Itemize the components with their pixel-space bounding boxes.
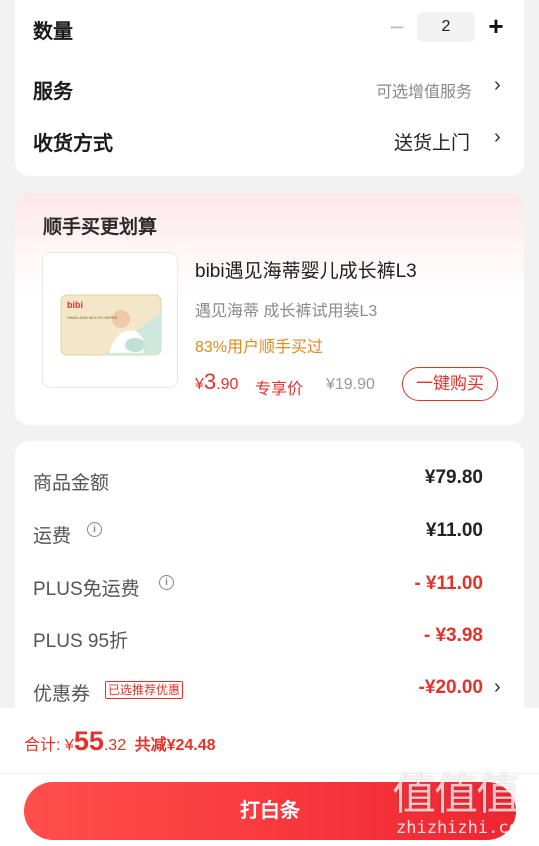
delivery-value: 送货上门 — [394, 133, 471, 154]
plus-free-shipping-value: - ¥11.00 — [414, 573, 483, 594]
watermark-url: zhizhizhi.com — [396, 818, 530, 838]
shipping-info-icon[interactable]: i — [87, 522, 102, 537]
upsell-title: 顺手买更划算 — [43, 217, 158, 238]
upsell-price: ¥3.90 — [195, 369, 238, 395]
thumb-brand: bibi — [67, 300, 83, 310]
wipes-package-image: bibi HAND AND MOUTH WIPES — [60, 294, 162, 356]
coupon-recommended-tag: 已选推荐优惠 — [105, 681, 184, 699]
plus-discount-value: - ¥3.98 — [423, 625, 483, 646]
total-label: 合计: — [24, 737, 61, 754]
upsell-price-symbol: ¥ — [195, 376, 204, 393]
quantity-increase-button[interactable]: + — [483, 13, 509, 39]
upsell-price-int: 3 — [203, 369, 217, 394]
upsell-price-tag: 专享价 — [255, 381, 304, 398]
goods-amount-value: ¥79.80 — [424, 467, 483, 488]
goods-amount-label: 商品金额 — [33, 473, 110, 494]
shipping-value: ¥11.00 — [425, 520, 483, 541]
coupon-value: -¥20.00 — [418, 677, 483, 698]
total-dec: .32 — [103, 737, 127, 754]
total-symbol: ¥ — [64, 737, 74, 754]
upsell-product-name[interactable]: bibi遇见海蒂婴儿成长裤L3 — [195, 256, 417, 283]
delivery-chevron-icon: › — [494, 126, 501, 148]
plus-discount-label: PLUS 95折 — [33, 631, 129, 652]
service-chevron-icon: › — [494, 74, 501, 96]
upsell-original-price: ¥19.90 — [326, 376, 375, 393]
shipping-label: 运费 — [33, 526, 72, 547]
watermark-logo: 值值值 — [392, 769, 520, 820]
coupon-label: 优惠券 — [33, 684, 91, 705]
plus-free-shipping-info-icon[interactable]: i — [159, 575, 174, 590]
quantity-label: 数量 — [33, 21, 73, 43]
saved-amount: 共减¥24.48 — [134, 737, 216, 754]
quantity-input[interactable]: 2 — [417, 12, 475, 42]
total-int: 55 — [73, 726, 104, 756]
one-click-buy-button[interactable]: 一键购买 — [402, 367, 498, 401]
total-summary: 合计: ¥55.32 共减¥24.48 — [24, 726, 216, 757]
thumb-text: HAND AND MOUTH WIPES — [67, 315, 118, 320]
upsell-social-proof: 83%用户顺手买过 — [195, 339, 324, 356]
upsell-price-dec: .90 — [216, 376, 239, 393]
product-thumbnail[interactable]: bibi HAND AND MOUTH WIPES — [42, 252, 178, 388]
plus-free-shipping-label: PLUS免运费 — [33, 579, 140, 600]
quantity-decrease-button[interactable]: − — [384, 14, 410, 40]
coupon-chevron-icon: › — [494, 676, 501, 698]
upsell-product-subtitle: 遇见海蒂 成长裤试用装L3 — [195, 303, 378, 320]
service-label: 服务 — [33, 81, 73, 103]
delivery-label: 收货方式 — [33, 133, 113, 155]
service-value: 可选增值服务 — [376, 84, 473, 101]
